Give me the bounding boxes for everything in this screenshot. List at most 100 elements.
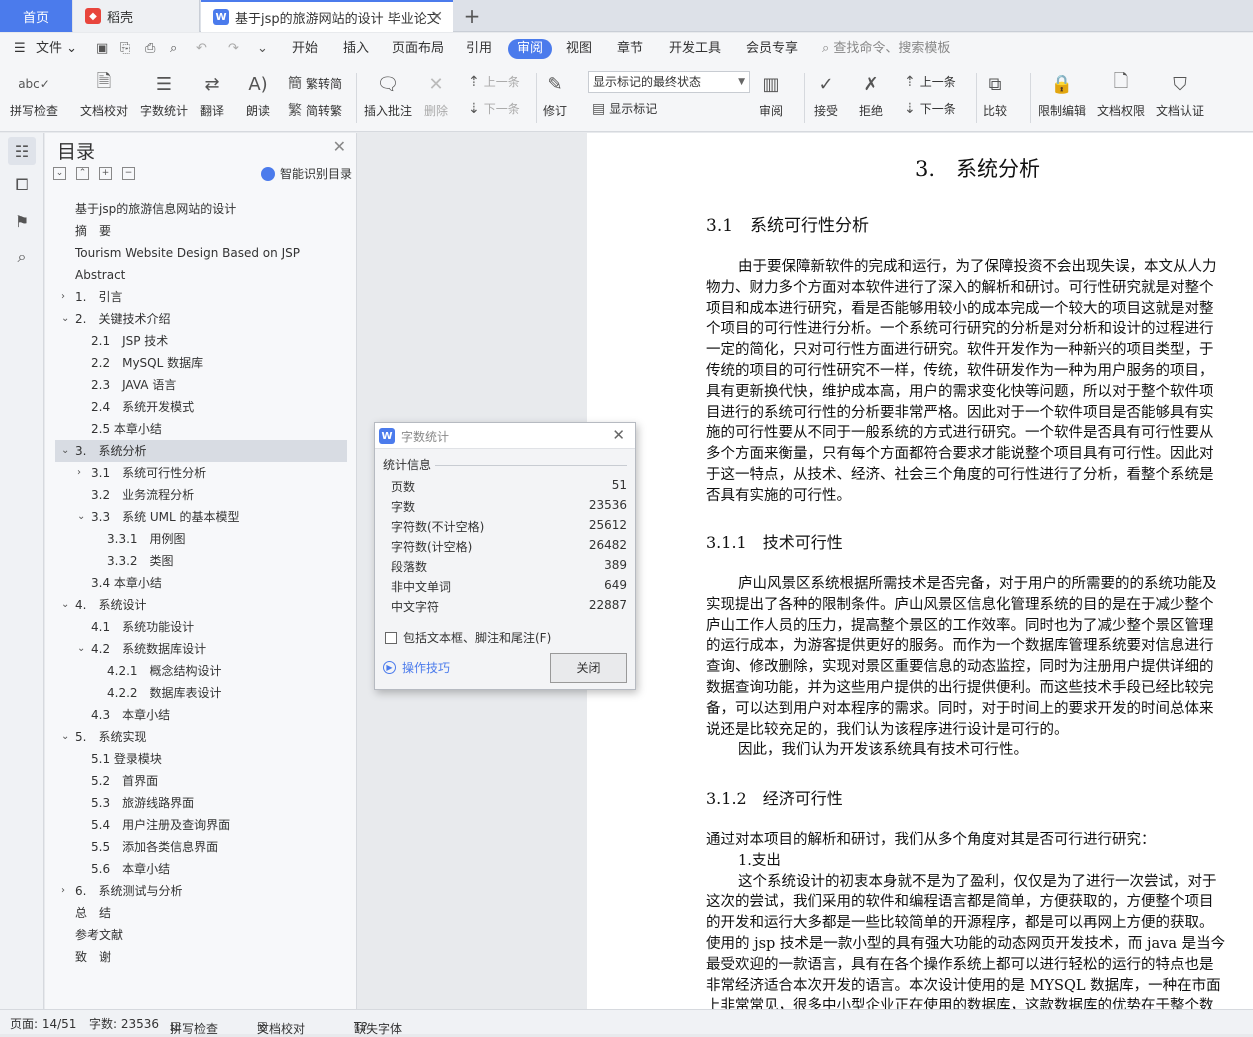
tab-daoke[interactable]: ◆ 稻壳 bbox=[73, 0, 200, 32]
toc-item[interactable]: 3.3.1 用例图 bbox=[45, 528, 347, 550]
word-count-indicator[interactable]: 字数: 23536 bbox=[89, 1015, 159, 1032]
close-icon[interactable]: ✕ bbox=[612, 426, 625, 444]
toc-panel-icon[interactable]: ☷ bbox=[8, 137, 36, 165]
document-page[interactable]: 3. 系统分析 3.1 系统可行性分析 由于要保障新软件的完成和运行，为了保障投… bbox=[587, 133, 1253, 1009]
redo-icon[interactable]: ↷ bbox=[228, 39, 239, 59]
toc-item[interactable]: 5.6 本章小结 bbox=[45, 858, 347, 880]
add-heading-icon[interactable]: + bbox=[99, 167, 112, 180]
toc-item[interactable]: 致 谢 bbox=[45, 946, 347, 968]
toc-item[interactable]: ⌄ 4. 系统设计 bbox=[45, 594, 347, 616]
tips-link[interactable]: ▶ 操作技巧 bbox=[383, 659, 450, 676]
toc-item[interactable]: Abstract bbox=[45, 264, 347, 286]
simp-to-trad-button[interactable]: 繁简转繁 bbox=[288, 100, 342, 120]
chevron-down-icon[interactable]: ⌄ bbox=[61, 308, 69, 330]
prev-change-button[interactable]: ⇡ 上一条 bbox=[904, 73, 956, 90]
close-tab-icon[interactable]: ✕ bbox=[431, 9, 443, 25]
menu-start[interactable]: 开始 bbox=[292, 39, 318, 59]
save-icon[interactable]: ▣ bbox=[96, 39, 108, 59]
chevron-down-icon[interactable]: ⌄ bbox=[61, 440, 69, 462]
dialog-header[interactable]: W 字数统计 ✕ bbox=[375, 423, 635, 449]
chevron-down-icon[interactable]: ⌄ bbox=[61, 594, 69, 616]
hamburger-icon[interactable]: ☰ bbox=[14, 39, 26, 59]
trad-to-simp-button[interactable]: 簡繁转简 bbox=[288, 73, 342, 93]
navigation-icon[interactable]: ⧠ bbox=[8, 171, 36, 199]
export-icon[interactable]: ⎘ bbox=[120, 39, 130, 59]
chevron-right-icon[interactable]: › bbox=[61, 880, 65, 902]
delete-comment-button[interactable]: ✕ 删除 bbox=[423, 69, 449, 119]
doc-permission-button[interactable]: 🗋 文档权限 bbox=[1097, 69, 1145, 119]
toc-item[interactable]: 2.3 JAVA 语言 bbox=[45, 374, 347, 396]
translate-button[interactable]: ⇄ 翻译 bbox=[199, 69, 225, 119]
menu-view[interactable]: 视图 bbox=[566, 39, 592, 59]
prev-comment-button[interactable]: ⇡ 上一条 bbox=[468, 73, 520, 90]
collapse-all-icon[interactable]: ⌄ bbox=[53, 167, 66, 180]
markup-state-select[interactable]: 显示标记的最终状态 ▼ bbox=[588, 71, 750, 93]
doc-certify-button[interactable]: ⛉ 文档认证 bbox=[1156, 69, 1204, 119]
toc-item[interactable]: 2.1 JSP 技术 bbox=[45, 330, 347, 352]
show-markup-button[interactable]: ▤ 显示标记 bbox=[592, 100, 657, 117]
tab-home[interactable]: 首页 bbox=[0, 0, 72, 32]
expand-all-icon[interactable]: ⌃ bbox=[76, 167, 89, 180]
restrict-edit-button[interactable]: 🔒 限制编辑 bbox=[1038, 69, 1086, 119]
toc-item[interactable]: 5.2 首界面 bbox=[45, 770, 347, 792]
print-icon[interactable]: ⎙ bbox=[145, 39, 155, 59]
toc-item[interactable]: 5.3 旅游线路界面 bbox=[45, 792, 347, 814]
next-change-button[interactable]: ⇣ 下一条 bbox=[904, 100, 956, 117]
review-pane-button[interactable]: ▥ 审阅 bbox=[758, 69, 784, 119]
insert-comment-button[interactable]: 🗨 插入批注 bbox=[364, 69, 412, 119]
chevron-down-icon[interactable]: ⌄ bbox=[61, 726, 69, 748]
menu-references[interactable]: 引用 bbox=[466, 39, 492, 59]
bookmark-icon[interactable]: ⚑ bbox=[8, 207, 36, 235]
toc-item[interactable]: 4.2.2 数据库表设计 bbox=[45, 682, 347, 704]
undo-icon[interactable]: ↶ bbox=[196, 39, 207, 59]
print-preview-icon[interactable]: ⌕ bbox=[170, 39, 177, 59]
read-aloud-button[interactable]: A) 朗读 bbox=[245, 69, 271, 119]
page-indicator[interactable]: 页面: 14/51 bbox=[10, 1015, 76, 1032]
menu-developer[interactable]: 开发工具 bbox=[669, 39, 721, 59]
doc-proof-button[interactable]: 🗎 文档校对 bbox=[80, 69, 128, 119]
next-comment-button[interactable]: ⇣ 下一条 bbox=[468, 100, 520, 117]
reject-button[interactable]: ✗ 拒绝 bbox=[858, 69, 884, 119]
toc-item[interactable]: 基于jsp的旅游信息网站的设计 bbox=[45, 198, 347, 220]
new-tab-button[interactable]: + bbox=[460, 0, 484, 32]
chevron-right-icon[interactable]: › bbox=[61, 286, 65, 308]
toc-item[interactable]: ⌄ 2. 关键技术介绍 bbox=[45, 308, 347, 330]
toc-item[interactable]: 5.1 登录模块 bbox=[45, 748, 347, 770]
toc-item[interactable]: 4.2.1 概念结构设计 bbox=[45, 660, 347, 682]
tab-document[interactable]: W 基于jsp的旅游网站的设计 毕业论文 ✕ bbox=[201, 0, 453, 32]
toc-item[interactable]: 摘 要 bbox=[45, 220, 347, 242]
toc-item[interactable]: › 3.1 系统可行性分析 bbox=[45, 462, 347, 484]
command-search[interactable]: ⌕ 查找命令、搜索模板 bbox=[822, 39, 950, 59]
include-textbox-checkbox[interactable]: 包括文本框、脚注和尾注(F) bbox=[385, 629, 551, 646]
toc-item[interactable]: › 1. 引言 bbox=[45, 286, 347, 308]
toc-item[interactable]: 5.4 用户注册及查询界面 bbox=[45, 814, 347, 836]
menu-review[interactable]: 审阅 bbox=[508, 39, 553, 59]
spellcheck-button[interactable]: abc✓ 拼写检查 bbox=[10, 69, 58, 119]
toc-item[interactable]: ⌄ 4.2 系统数据库设计 bbox=[45, 638, 347, 660]
toc-item[interactable]: 4.3 本章小结 bbox=[45, 704, 347, 726]
compare-button[interactable]: ⧉ 比较 bbox=[982, 69, 1008, 119]
toc-item[interactable]: 3.3.2 类图 bbox=[45, 550, 347, 572]
customize-arrow-icon[interactable]: ⌄ bbox=[257, 39, 268, 59]
toc-item[interactable]: Tourism Website Design Based on JSP bbox=[45, 242, 347, 264]
menu-chapter[interactable]: 章节 bbox=[617, 39, 643, 59]
accept-button[interactable]: ✓ 接受 bbox=[813, 69, 839, 119]
toc-item[interactable]: › 6. 系统测试与分析 bbox=[45, 880, 347, 902]
chevron-down-icon[interactable]: ⌄ bbox=[77, 638, 85, 660]
remove-heading-icon[interactable]: − bbox=[122, 167, 135, 180]
smart-toc-button[interactable]: 智能识别目录 bbox=[260, 165, 352, 182]
toc-item[interactable]: 3.4 本章小结 bbox=[45, 572, 347, 594]
toc-item[interactable]: 3.2 业务流程分析 bbox=[45, 484, 347, 506]
close-button[interactable]: 关闭 bbox=[550, 653, 627, 683]
toc-item[interactable]: 5.5 添加各类信息界面 bbox=[45, 836, 347, 858]
toc-item[interactable]: 总 结 bbox=[45, 902, 347, 924]
toc-item[interactable]: ⌄ 3. 系统分析 bbox=[55, 440, 347, 462]
chevron-right-icon[interactable]: › bbox=[77, 462, 81, 484]
toc-item[interactable]: 参考文献 bbox=[45, 924, 347, 946]
menu-insert[interactable]: 插入 bbox=[343, 39, 369, 59]
find-icon[interactable]: ⌕ bbox=[8, 243, 36, 271]
toc-item[interactable]: 4.1 系统功能设计 bbox=[45, 616, 347, 638]
menu-page-layout[interactable]: 页面布局 bbox=[392, 39, 444, 59]
word-count-button[interactable]: ☰ 字数统计 bbox=[140, 69, 188, 119]
toc-item[interactable]: 2.4 系统开发模式 bbox=[45, 396, 347, 418]
